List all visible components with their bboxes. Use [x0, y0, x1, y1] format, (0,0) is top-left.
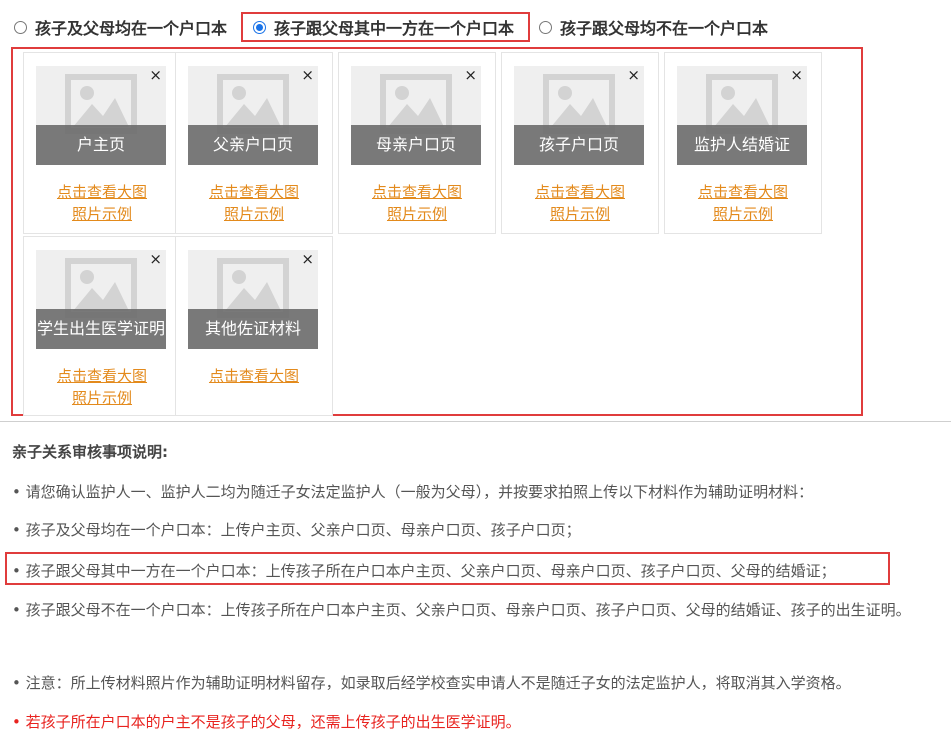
thumbnail-caption: 孩子户口页	[514, 125, 644, 165]
upload-item-child-page: 孩子户口页 × 点击查看大图 照片示例	[501, 52, 659, 234]
upload-thumbnail[interactable]: 母亲户口页	[351, 66, 481, 165]
upload-thumbnail[interactable]: 监护人结婚证	[677, 66, 807, 165]
thumbnail-caption: 母亲户口页	[351, 125, 481, 165]
instructions-title: 亲子关系审核事项说明:	[12, 443, 168, 461]
radio-option-label: 孩子跟父母其中一方在一个户口本	[274, 19, 515, 38]
household-type-radio-group: 孩子及父母均在一个户口本 孩子跟父母其中一方在一个户口本 孩子跟父母均不在一个户…	[14, 12, 768, 42]
thumbnail-caption: 监护人结婚证	[677, 125, 807, 165]
close-icon[interactable]: ×	[301, 251, 314, 267]
radio-option-same-household[interactable]: 孩子及父母均在一个户口本	[14, 12, 240, 42]
thumbnail-caption: 户主页	[36, 125, 166, 165]
instruction-item: • 请您确认监护人一、监护人二均为随迁子女法定监护人（一般为父母），并按要求拍照…	[12, 483, 814, 501]
upload-thumbnail[interactable]: 父亲户口页	[188, 66, 318, 165]
view-large-image-link[interactable]: 点击查看大图	[665, 182, 821, 202]
instruction-item: • 注意：所上传材料照片作为辅助证明材料留存，如录取后经学校查实申请人不是随迁子…	[12, 674, 851, 692]
view-large-image-link[interactable]: 点击查看大图	[24, 182, 180, 202]
thumbnail-caption: 父亲户口页	[188, 125, 318, 165]
instructions-section: 亲子关系审核事项说明: • 请您确认监护人一、监护人二均为随迁子女法定监护人（一…	[12, 440, 948, 731]
warning-note: • 若孩子所在户口本的户主不是孩子的父母，还需上传孩子的出生医学证明。	[12, 713, 521, 731]
photo-example-link[interactable]: 照片示例	[502, 204, 658, 224]
view-large-image-link[interactable]: 点击查看大图	[176, 182, 332, 202]
upload-item-birth-cert: 学生出生医学证明 × 点击查看大图 照片示例	[23, 236, 181, 416]
close-icon[interactable]: ×	[790, 67, 803, 83]
close-icon[interactable]: ×	[301, 67, 314, 83]
thumbnail-caption: 其他佐证材料	[188, 309, 318, 349]
upload-item-other-evidence: 其他佐证材料 × 点击查看大图	[175, 236, 333, 416]
upload-thumbnail[interactable]: 学生出生医学证明	[36, 250, 166, 349]
upload-item-mother-page: 母亲户口页 × 点击查看大图 照片示例	[338, 52, 496, 234]
radio-option-label: 孩子跟父母均不在一个户口本	[560, 19, 769, 38]
close-icon[interactable]: ×	[464, 67, 477, 83]
view-large-image-link[interactable]: 点击查看大图	[176, 366, 332, 386]
view-large-image-link[interactable]: 点击查看大图	[24, 366, 180, 386]
thumbnail-caption: 学生出生医学证明	[36, 309, 166, 349]
radio-button-selected-icon[interactable]	[253, 20, 266, 34]
view-large-image-link[interactable]: 点击查看大图	[502, 182, 658, 202]
view-large-image-link[interactable]: 点击查看大图	[339, 182, 495, 202]
photo-example-link[interactable]: 照片示例	[24, 204, 180, 224]
photo-example-link[interactable]: 照片示例	[176, 204, 332, 224]
radio-option-label: 孩子及父母均在一个户口本	[35, 19, 228, 38]
upload-thumbnail[interactable]: 其他佐证材料	[188, 250, 318, 349]
instruction-item: • 孩子及父母均在一个户口本：上传户主页、父亲户口页、母亲户口页、孩子户口页；	[12, 521, 581, 539]
radio-option-one-parent-household[interactable]: 孩子跟父母其中一方在一个户口本	[241, 12, 530, 42]
close-icon[interactable]: ×	[627, 67, 640, 83]
radio-button-icon[interactable]	[539, 20, 552, 34]
photo-example-link[interactable]: 照片示例	[665, 204, 821, 224]
upload-item-father-page: 父亲户口页 × 点击查看大图 照片示例	[175, 52, 333, 234]
upload-item-household-head: 户主页 × 点击查看大图 照片示例	[23, 52, 181, 234]
upload-thumbnail[interactable]: 孩子户口页	[514, 66, 644, 165]
instruction-item: • 孩子跟父母其中一方在一个户口本：上传孩子所在户口本户主页、父亲户口页、母亲户…	[12, 562, 836, 580]
upload-thumbnail[interactable]: 户主页	[36, 66, 166, 165]
photo-example-link[interactable]: 照片示例	[339, 204, 495, 224]
radio-option-separate-household[interactable]: 孩子跟父母均不在一个户口本	[539, 12, 768, 42]
section-divider	[0, 421, 951, 422]
close-icon[interactable]: ×	[149, 67, 162, 83]
close-icon[interactable]: ×	[149, 251, 162, 267]
upload-item-marriage-cert: 监护人结婚证 × 点击查看大图 照片示例	[664, 52, 822, 234]
radio-button-icon[interactable]	[14, 20, 27, 34]
instruction-item: • 孩子跟父母不在一个户口本：上传孩子所在户口本户主页、父亲户口页、母亲户口页、…	[12, 601, 911, 619]
photo-example-link[interactable]: 照片示例	[24, 388, 180, 408]
upload-panel: 户主页 × 点击查看大图 照片示例 父亲户口页 × 点击查看大图 照片示例 母亲…	[11, 47, 863, 416]
